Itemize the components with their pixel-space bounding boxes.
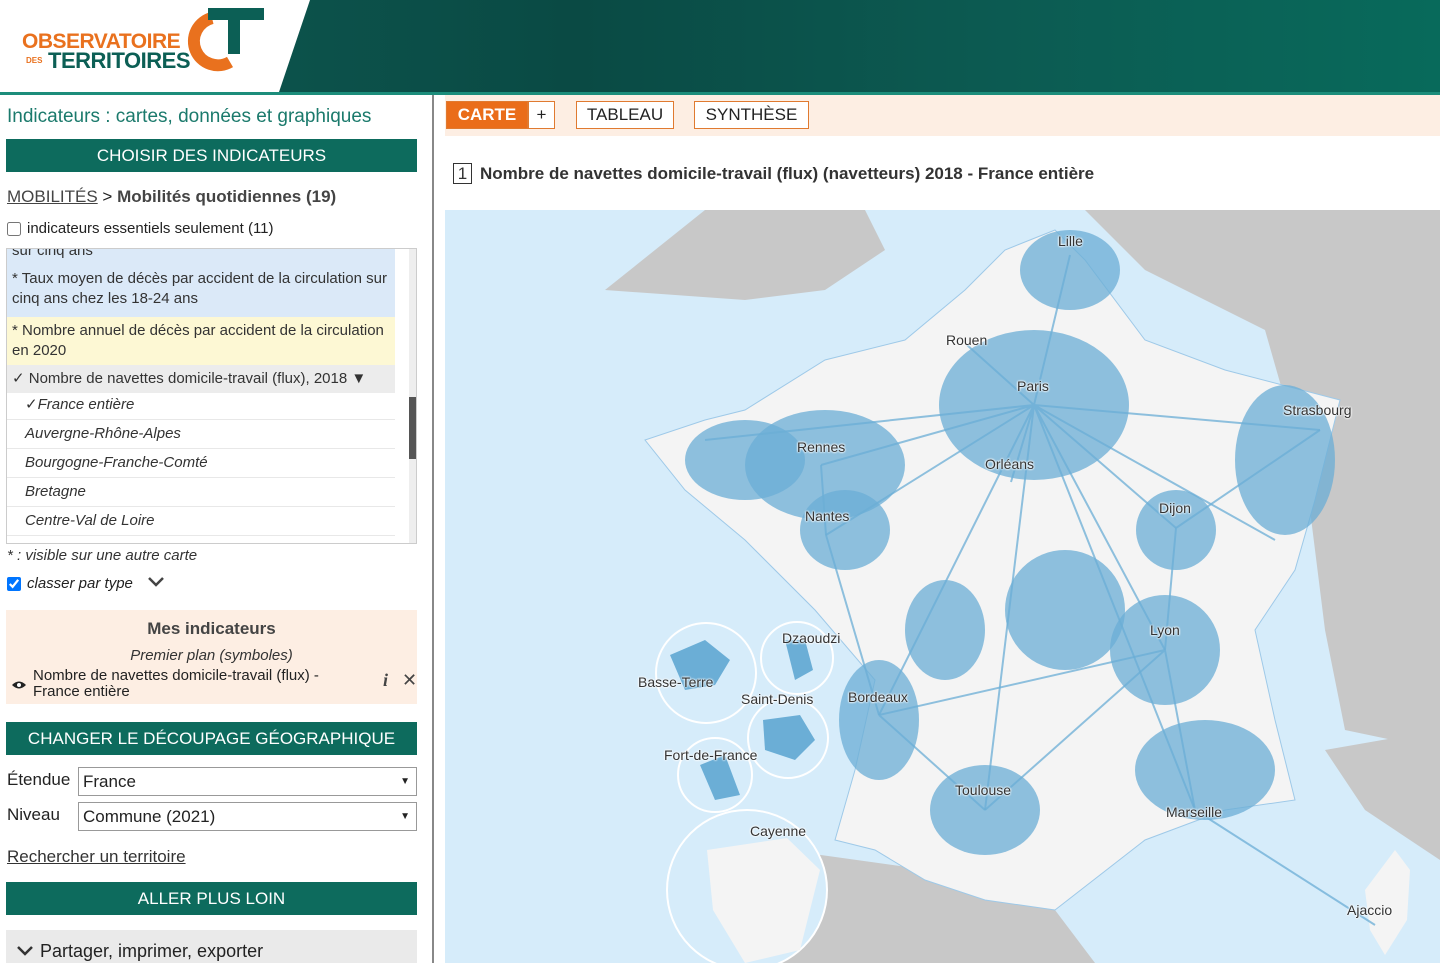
- city-label: Strasbourg: [1283, 402, 1352, 418]
- breadcrumb-link[interactable]: MOBILITÉS: [7, 187, 98, 206]
- app: OBSERVATOIRE DES TERRITOIRES Indicateurs…: [0, 0, 1440, 963]
- sublist-item[interactable]: Bretagne: [7, 478, 395, 507]
- niveau-value: Commune (2021): [83, 807, 216, 826]
- city-label: Basse-Terre: [638, 674, 714, 690]
- city-label: Fort-de-France: [664, 747, 758, 763]
- city-label: Paris: [1017, 378, 1049, 394]
- add-map-button[interactable]: +: [528, 101, 555, 129]
- list-item[interactable]: * Nombre annuel de décès par accident de…: [7, 317, 395, 365]
- sublist-item[interactable]: Auvergne-Rhône-Alpes: [7, 420, 395, 449]
- my-indicator-label: Nombre de navettes domicile-travail (flu…: [33, 667, 319, 700]
- etendue-value: France: [83, 772, 136, 791]
- city-label: Ajaccio: [1347, 902, 1393, 918]
- city-label: Dzaoudzi: [782, 630, 841, 646]
- logo[interactable]: OBSERVATOIRE DES TERRITOIRES: [22, 4, 272, 84]
- visibility-note: * : visible sur une autre carte: [7, 547, 198, 564]
- uk-coast: [605, 210, 885, 300]
- city-label: Nantes: [805, 508, 850, 524]
- my-indicators-panel: Mes indicateurs Premier plan (symboles) …: [6, 610, 417, 704]
- choose-indicators-button[interactable]: CHOISIR DES INDICATEURS: [6, 139, 417, 172]
- view-tabs: CARTE + TABLEAU SYNTHÈSE: [445, 95, 1440, 136]
- list-scrollbar[interactable]: [409, 249, 416, 543]
- map-canvas[interactable]: Lille Rouen Paris Strasbourg Rennes Orlé…: [445, 210, 1440, 963]
- classer-checkbox-label: classer par type: [27, 575, 133, 592]
- city-label: Lille: [1058, 233, 1083, 249]
- classer-checkbox-row[interactable]: classer par type: [7, 575, 165, 592]
- share-section[interactable]: Partager, imprimer, exporter: [6, 930, 417, 963]
- city-label: Lyon: [1150, 622, 1180, 638]
- etendue-select[interactable]: France ▼: [78, 767, 417, 796]
- map-title: 1 Nombre de navettes domicile-travail (f…: [453, 163, 1094, 184]
- france-map: [605, 210, 1440, 963]
- go-further-button[interactable]: ALLER PLUS LOIN: [6, 882, 417, 915]
- chevron-down-icon[interactable]: [147, 575, 165, 592]
- my-indicators-subheading: Premier plan (symboles): [130, 647, 293, 664]
- left-panel: Indicateurs : cartes, données et graphiq…: [0, 95, 432, 963]
- list-item[interactable]: sur cinq ans: [7, 249, 395, 261]
- sublist-item[interactable]: Bourgogne-Franche-Comté: [7, 449, 395, 478]
- city-label: Toulouse: [955, 782, 1012, 798]
- close-icon[interactable]: ✕: [402, 671, 417, 689]
- city-label: Dijon: [1159, 500, 1191, 516]
- essential-checkbox[interactable]: [7, 221, 21, 236]
- search-territory-link[interactable]: Rechercher un territoire: [7, 847, 186, 867]
- breadcrumb-separator: >: [97, 187, 118, 206]
- map-number: 1: [453, 163, 472, 184]
- logo-line3: TERRITOIRES: [48, 48, 191, 73]
- city-label: Cayenne: [750, 823, 807, 839]
- niveau-select[interactable]: Commune (2021) ▼: [78, 802, 417, 831]
- my-indicators-heading: Mes indicateurs: [147, 619, 276, 638]
- sublist-item[interactable]: Centre-Val de Loire: [7, 507, 395, 536]
- city-label: Orléans: [985, 456, 1035, 472]
- city-label: Marseille: [1166, 804, 1223, 820]
- niveau-label: Niveau: [7, 805, 60, 824]
- chevron-down-icon: [16, 930, 34, 963]
- dropdown-arrow-icon: ▼: [400, 811, 410, 822]
- panel-splitter[interactable]: [432, 95, 439, 963]
- share-label: Partager, imprimer, exporter: [40, 941, 264, 961]
- list-item[interactable]: * Taux moyen de décès par accident de la…: [7, 261, 395, 317]
- eye-icon[interactable]: [11, 677, 27, 693]
- tab-tableau[interactable]: TABLEAU: [576, 101, 674, 129]
- breadcrumb: MOBILITÉS > Mobilités quotidiennes (19): [7, 187, 336, 207]
- italy: [1325, 730, 1440, 860]
- city-label: Bordeaux: [848, 689, 908, 705]
- change-geography-button[interactable]: CHANGER LE DÉCOUPAGE GÉOGRAPHIQUE: [6, 722, 417, 755]
- logo-line2: DES: [26, 56, 43, 65]
- panel-title: Indicateurs : cartes, données et graphiq…: [7, 106, 372, 127]
- list-scrollbar-thumb[interactable]: [409, 397, 416, 459]
- map-title-text: Nombre de navettes domicile-travail (flu…: [480, 163, 1095, 183]
- logo-ct-icon: [187, 8, 264, 72]
- list-item-selected[interactable]: ✓ Nombre de navettes domicile-travail (f…: [7, 365, 395, 393]
- dropdown-arrow-icon: ▼: [400, 776, 410, 787]
- city-label: Rouen: [946, 332, 988, 348]
- city-label: Rennes: [797, 439, 846, 455]
- sublist-item[interactable]: ✓France entière: [7, 391, 395, 420]
- tab-carte[interactable]: CARTE: [446, 101, 528, 129]
- breadcrumb-current: Mobilités quotidiennes (19): [117, 187, 337, 206]
- info-icon[interactable]: i: [383, 671, 388, 689]
- city-label: Saint-Denis: [741, 691, 814, 707]
- classer-checkbox[interactable]: [7, 576, 21, 591]
- essential-checkbox-row[interactable]: indicateurs essentiels seulement (11): [7, 220, 274, 237]
- tab-synthese[interactable]: SYNTHÈSE: [694, 101, 809, 129]
- header: OBSERVATOIRE DES TERRITOIRES: [0, 0, 1440, 95]
- etendue-label: Étendue: [7, 770, 71, 789]
- indicator-list[interactable]: sur cinq ans * Taux moyen de décès par a…: [6, 248, 417, 544]
- essential-checkbox-label: indicateurs essentiels seulement (11): [27, 220, 274, 237]
